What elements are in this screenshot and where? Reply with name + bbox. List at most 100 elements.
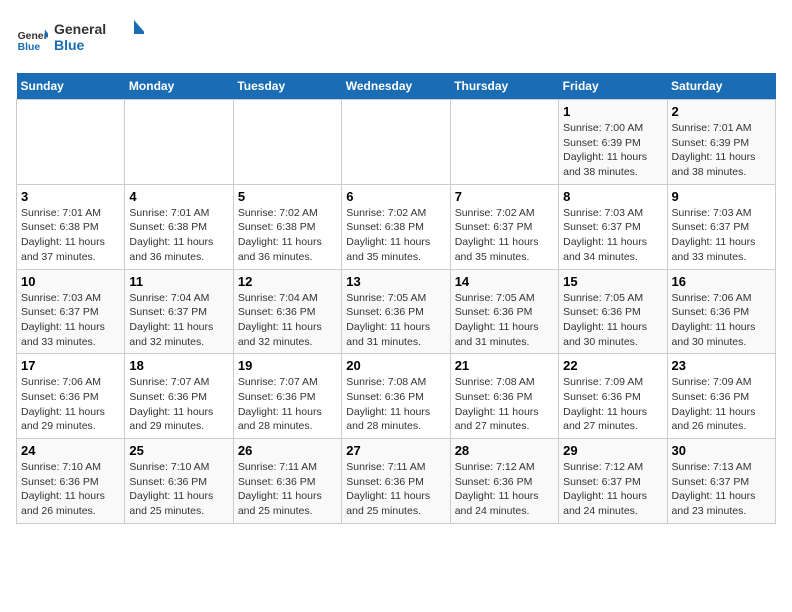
- day-info: Sunrise: 7:08 AM Sunset: 6:36 PM Dayligh…: [346, 375, 445, 434]
- day-cell: 25 Sunrise: 7:10 AM Sunset: 6:36 PM Dayli…: [125, 439, 233, 524]
- day-number: 27: [346, 443, 445, 458]
- day-info: Sunrise: 7:10 AM Sunset: 6:36 PM Dayligh…: [129, 460, 228, 519]
- day-info: Sunrise: 7:12 AM Sunset: 6:36 PM Dayligh…: [455, 460, 554, 519]
- day-cell: 28 Sunrise: 7:12 AM Sunset: 6:36 PM Dayli…: [450, 439, 558, 524]
- svg-text:Blue: Blue: [18, 42, 41, 53]
- day-cell: [450, 100, 558, 185]
- day-number: 23: [672, 358, 771, 373]
- day-number: 1: [563, 104, 662, 119]
- header-monday: Monday: [125, 73, 233, 100]
- day-info: Sunrise: 7:11 AM Sunset: 6:36 PM Dayligh…: [238, 460, 337, 519]
- day-number: 9: [672, 189, 771, 204]
- day-number: 4: [129, 189, 228, 204]
- week-row-2: 3Sunrise: 7:01 AM Sunset: 6:38 PM Daylig…: [17, 184, 776, 269]
- day-info: Sunrise: 7:07 AM Sunset: 6:36 PM Dayligh…: [238, 375, 337, 434]
- day-info: Sunrise: 7:11 AM Sunset: 6:36 PM Dayligh…: [346, 460, 445, 519]
- week-row-1: 1 Sunrise: 7:00 AM Sunset: 6:39 PM Daylig…: [17, 100, 776, 185]
- day-info: Sunrise: 7:03 AM Sunset: 6:37 PM Dayligh…: [672, 206, 771, 265]
- day-number: 20: [346, 358, 445, 373]
- day-cell: 17 Sunrise: 7:06 AM Sunset: 6:36 PM Dayli…: [17, 354, 125, 439]
- day-cell: 24 Sunrise: 7:10 AM Sunset: 6:36 PM Dayli…: [17, 439, 125, 524]
- day-info: Sunrise: 7:07 AM Sunset: 6:36 PM Dayligh…: [129, 375, 228, 434]
- day-number: 12: [238, 274, 337, 289]
- day-cell: 18 Sunrise: 7:07 AM Sunset: 6:36 PM Dayli…: [125, 354, 233, 439]
- day-number: 21: [455, 358, 554, 373]
- day-number: 16: [672, 274, 771, 289]
- day-info: Sunrise: 7:03 AM Sunset: 6:37 PM Dayligh…: [563, 206, 662, 265]
- day-info: Sunrise: 7:06 AM Sunset: 6:36 PM Dayligh…: [672, 291, 771, 350]
- day-info: Sunrise: 7:00 AM Sunset: 6:39 PM Dayligh…: [563, 121, 662, 180]
- week-row-4: 17 Sunrise: 7:06 AM Sunset: 6:36 PM Dayli…: [17, 354, 776, 439]
- day-cell: 8Sunrise: 7:03 AM Sunset: 6:37 PM Daylig…: [559, 184, 667, 269]
- day-cell: 4 Sunrise: 7:01 AM Sunset: 6:38 PM Daylig…: [125, 184, 233, 269]
- day-number: 7: [455, 189, 554, 204]
- svg-text:Blue: Blue: [54, 37, 85, 53]
- day-number: 10: [21, 274, 120, 289]
- header-wednesday: Wednesday: [342, 73, 450, 100]
- day-info: Sunrise: 7:08 AM Sunset: 6:36 PM Dayligh…: [455, 375, 554, 434]
- day-number: 30: [672, 443, 771, 458]
- day-number: 5: [238, 189, 337, 204]
- day-info: Sunrise: 7:02 AM Sunset: 6:38 PM Dayligh…: [238, 206, 337, 265]
- day-cell: 26 Sunrise: 7:11 AM Sunset: 6:36 PM Dayli…: [233, 439, 341, 524]
- day-cell: 9 Sunrise: 7:03 AM Sunset: 6:37 PM Daylig…: [667, 184, 775, 269]
- day-number: 14: [455, 274, 554, 289]
- day-number: 25: [129, 443, 228, 458]
- day-cell: 22Sunrise: 7:09 AM Sunset: 6:36 PM Dayli…: [559, 354, 667, 439]
- day-info: Sunrise: 7:05 AM Sunset: 6:36 PM Dayligh…: [455, 291, 554, 350]
- day-number: 26: [238, 443, 337, 458]
- day-cell: 16 Sunrise: 7:06 AM Sunset: 6:36 PM Dayli…: [667, 269, 775, 354]
- day-info: Sunrise: 7:02 AM Sunset: 6:38 PM Dayligh…: [346, 206, 445, 265]
- day-cell: 21 Sunrise: 7:08 AM Sunset: 6:36 PM Dayli…: [450, 354, 558, 439]
- day-number: 28: [455, 443, 554, 458]
- day-number: 19: [238, 358, 337, 373]
- day-info: Sunrise: 7:09 AM Sunset: 6:36 PM Dayligh…: [672, 375, 771, 434]
- day-info: Sunrise: 7:09 AM Sunset: 6:36 PM Dayligh…: [563, 375, 662, 434]
- day-cell: 14 Sunrise: 7:05 AM Sunset: 6:36 PM Dayli…: [450, 269, 558, 354]
- header-saturday: Saturday: [667, 73, 775, 100]
- day-number: 2: [672, 104, 771, 119]
- day-info: Sunrise: 7:06 AM Sunset: 6:36 PM Dayligh…: [21, 375, 120, 434]
- day-cell: 15Sunrise: 7:05 AM Sunset: 6:36 PM Dayli…: [559, 269, 667, 354]
- day-number: 11: [129, 274, 228, 289]
- day-cell: 3Sunrise: 7:01 AM Sunset: 6:38 PM Daylig…: [17, 184, 125, 269]
- day-cell: 19 Sunrise: 7:07 AM Sunset: 6:36 PM Dayli…: [233, 354, 341, 439]
- day-cell: 11Sunrise: 7:04 AM Sunset: 6:37 PM Dayli…: [125, 269, 233, 354]
- logo: General Blue General Blue: [16, 16, 144, 61]
- day-cell: [233, 100, 341, 185]
- day-cell: 30 Sunrise: 7:13 AM Sunset: 6:37 PM Dayli…: [667, 439, 775, 524]
- day-cell: 29Sunrise: 7:12 AM Sunset: 6:37 PM Dayli…: [559, 439, 667, 524]
- day-number: 17: [21, 358, 120, 373]
- header-sunday: Sunday: [17, 73, 125, 100]
- day-info: Sunrise: 7:01 AM Sunset: 6:38 PM Dayligh…: [21, 206, 120, 265]
- day-cell: 27 Sunrise: 7:11 AM Sunset: 6:36 PM Dayli…: [342, 439, 450, 524]
- day-cell: 1 Sunrise: 7:00 AM Sunset: 6:39 PM Daylig…: [559, 100, 667, 185]
- day-number: 13: [346, 274, 445, 289]
- day-info: Sunrise: 7:13 AM Sunset: 6:37 PM Dayligh…: [672, 460, 771, 519]
- day-cell: 23 Sunrise: 7:09 AM Sunset: 6:36 PM Dayli…: [667, 354, 775, 439]
- day-cell: [17, 100, 125, 185]
- day-number: 24: [21, 443, 120, 458]
- day-cell: 13Sunrise: 7:05 AM Sunset: 6:36 PM Dayli…: [342, 269, 450, 354]
- logo-icon: General Blue: [16, 23, 48, 55]
- day-info: Sunrise: 7:01 AM Sunset: 6:38 PM Dayligh…: [129, 206, 228, 265]
- day-cell: 5 Sunrise: 7:02 AM Sunset: 6:38 PM Daylig…: [233, 184, 341, 269]
- day-cell: 20 Sunrise: 7:08 AM Sunset: 6:36 PM Dayli…: [342, 354, 450, 439]
- day-cell: 7Sunrise: 7:02 AM Sunset: 6:37 PM Daylig…: [450, 184, 558, 269]
- calendar-header-row: SundayMondayTuesdayWednesdayThursdayFrid…: [17, 73, 776, 100]
- day-info: Sunrise: 7:12 AM Sunset: 6:37 PM Dayligh…: [563, 460, 662, 519]
- week-row-3: 10 Sunrise: 7:03 AM Sunset: 6:37 PM Dayli…: [17, 269, 776, 354]
- day-cell: 6Sunrise: 7:02 AM Sunset: 6:38 PM Daylig…: [342, 184, 450, 269]
- page-header: General Blue General Blue: [16, 16, 776, 61]
- header-friday: Friday: [559, 73, 667, 100]
- day-number: 18: [129, 358, 228, 373]
- day-info: Sunrise: 7:05 AM Sunset: 6:36 PM Dayligh…: [563, 291, 662, 350]
- day-cell: [125, 100, 233, 185]
- day-info: Sunrise: 7:10 AM Sunset: 6:36 PM Dayligh…: [21, 460, 120, 519]
- day-cell: 12 Sunrise: 7:04 AM Sunset: 6:36 PM Dayli…: [233, 269, 341, 354]
- header-thursday: Thursday: [450, 73, 558, 100]
- day-info: Sunrise: 7:04 AM Sunset: 6:36 PM Dayligh…: [238, 291, 337, 350]
- svg-text:General: General: [54, 21, 106, 37]
- day-info: Sunrise: 7:03 AM Sunset: 6:37 PM Dayligh…: [21, 291, 120, 350]
- calendar-table: SundayMondayTuesdayWednesdayThursdayFrid…: [16, 73, 776, 524]
